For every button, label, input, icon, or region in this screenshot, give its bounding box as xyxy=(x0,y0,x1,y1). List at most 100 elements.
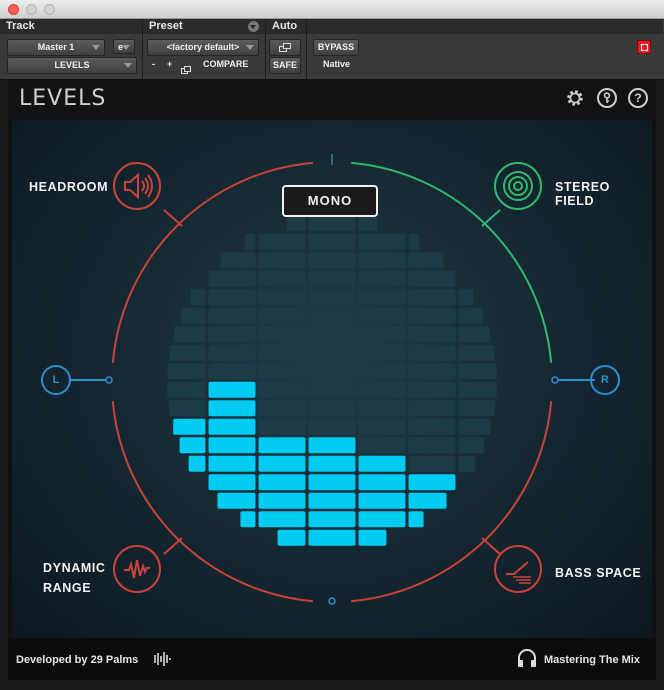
meter-cell xyxy=(208,270,256,287)
dynamic-range-waveform-icon[interactable] xyxy=(113,545,161,593)
meter-cell-lit xyxy=(188,455,206,472)
meter-cell-lit xyxy=(208,418,256,435)
automation-button[interactable] xyxy=(269,39,301,56)
close-window-button[interactable] xyxy=(8,4,19,15)
developer-credit: Developed by 29 Palms xyxy=(16,654,139,666)
meter-cell-lit xyxy=(308,437,356,454)
preset-menu-icon[interactable] xyxy=(248,21,259,32)
bass-space-label: BASS SPACE xyxy=(555,566,642,580)
track-select[interactable]: Master 1 xyxy=(7,39,105,56)
meter-cell xyxy=(458,289,474,306)
preset-next-button[interactable]: + xyxy=(167,57,172,72)
headroom-connector xyxy=(163,209,183,227)
meter-cell xyxy=(408,363,456,380)
key-icon[interactable] xyxy=(597,88,617,108)
meter-cell xyxy=(308,326,356,343)
meter-cell xyxy=(458,344,495,361)
meter-cell xyxy=(258,418,306,435)
meter-cell xyxy=(358,289,406,306)
meter-cell xyxy=(458,381,497,398)
title-bar xyxy=(0,0,664,19)
auto-label: Auto xyxy=(272,20,298,32)
meter-cell xyxy=(208,326,256,343)
bass-space-icon[interactable] xyxy=(494,545,542,593)
meter-cell xyxy=(408,326,456,343)
meter-cell xyxy=(408,233,419,250)
bypass-button[interactable]: BYPASS xyxy=(313,39,359,56)
meter-cell xyxy=(258,289,306,306)
plugin-power-icon[interactable] xyxy=(637,40,651,54)
minimize-window-button[interactable] xyxy=(26,4,37,15)
headroom-speaker-icon[interactable] xyxy=(113,162,161,210)
preset-select[interactable]: <factory default> xyxy=(147,39,259,56)
plugin-select[interactable]: LEVELS xyxy=(7,57,137,74)
meter-cell-lit xyxy=(408,492,447,509)
meter-cell xyxy=(358,381,406,398)
29-palms-logo-icon xyxy=(151,651,171,672)
meter-cell-lit xyxy=(408,511,424,528)
balance-right-button[interactable]: R xyxy=(590,365,620,395)
meter-cell xyxy=(358,307,406,324)
preset-previous-button[interactable]: - xyxy=(152,57,155,72)
mono-button[interactable]: MONO xyxy=(282,185,378,217)
meter-cell xyxy=(308,400,356,417)
automation-icon xyxy=(279,43,291,52)
meter-cell xyxy=(308,215,356,232)
meter-cell xyxy=(169,400,206,417)
meter-cell xyxy=(358,215,377,232)
dynamic-range-label: DYNAMIC RANGE xyxy=(43,558,106,598)
meter-cell xyxy=(458,363,497,380)
meter-cell-lit xyxy=(208,400,256,417)
meter-cell xyxy=(408,400,456,417)
meter-cell xyxy=(308,381,356,398)
meter-cell-lit xyxy=(208,474,256,491)
settings-gear-icon[interactable] xyxy=(565,88,585,108)
meter-cell-lit xyxy=(358,474,406,491)
safe-button[interactable]: SAFE xyxy=(269,57,301,74)
balance-left-button[interactable]: L xyxy=(41,365,71,395)
levels-plugin: LEVELS ? MONO HEADROOM STEREO FIELD DYNA… xyxy=(8,80,656,680)
zoom-window-button[interactable] xyxy=(44,4,55,15)
mastering-the-mix-logo-icon xyxy=(516,648,538,673)
meter-cell xyxy=(408,455,456,472)
level-meter-cells xyxy=(167,215,497,546)
stereo-field-label: STEREO FIELD xyxy=(555,180,610,208)
meter-cell xyxy=(308,307,356,324)
meter-cell xyxy=(245,233,256,250)
meter-cell xyxy=(408,418,456,435)
stereo-field-icon[interactable] xyxy=(494,162,542,210)
meter-cell xyxy=(308,418,356,435)
meter-cell-lit xyxy=(208,455,256,472)
meter-cell xyxy=(258,326,306,343)
meter-cell xyxy=(287,215,306,232)
meter-cell xyxy=(180,307,206,324)
preset-label: Preset xyxy=(149,20,183,32)
meter-cell xyxy=(208,289,256,306)
meter-cell xyxy=(258,252,306,269)
help-icon[interactable]: ? xyxy=(628,88,648,108)
meter-cell xyxy=(208,307,256,324)
meter-cell-lit xyxy=(308,474,356,491)
meter-cell-lit xyxy=(308,492,356,509)
meter-cell-lit xyxy=(217,492,256,509)
meter-cell xyxy=(169,344,206,361)
meter-cell xyxy=(174,326,206,343)
meter-cell xyxy=(308,344,356,361)
bottom-center-dot xyxy=(328,597,336,605)
meter-cell xyxy=(258,344,306,361)
track-e-button[interactable]: e xyxy=(113,39,135,54)
meter-cell xyxy=(220,252,256,269)
meter-cell-lit xyxy=(358,492,406,509)
meter-cell xyxy=(258,381,306,398)
meter-cell xyxy=(308,270,356,287)
meter-cell xyxy=(308,363,356,380)
copy-settings-icon[interactable] xyxy=(181,61,191,74)
meter-cell xyxy=(458,418,491,435)
meter-cell xyxy=(358,326,406,343)
headroom-label: HEADROOM xyxy=(29,180,109,194)
compare-button[interactable]: COMPARE xyxy=(203,57,248,72)
meter-cell xyxy=(208,363,256,380)
meter-cell-lit xyxy=(240,511,256,528)
meter-cell xyxy=(408,270,456,287)
bypass-section: BYPASS Native xyxy=(307,19,663,79)
